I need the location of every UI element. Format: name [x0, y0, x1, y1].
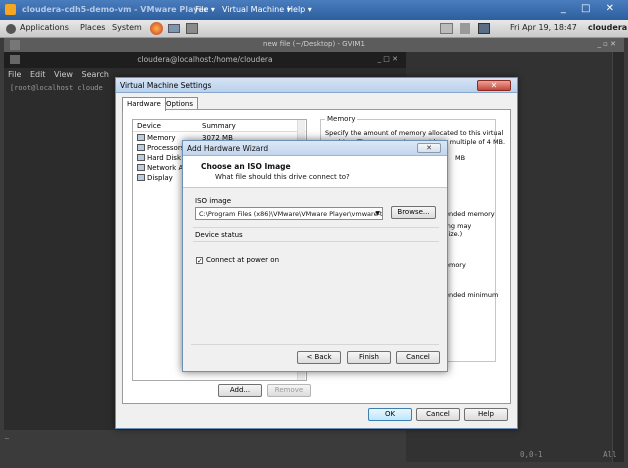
device-name: Processors	[147, 144, 185, 152]
terminal-menu-edit[interactable]: Edit	[30, 70, 46, 79]
back-button[interactable]: < Back	[297, 351, 341, 364]
list-item[interactable]: Memory	[137, 134, 175, 142]
mail-icon[interactable]	[168, 24, 180, 33]
player-menu-file[interactable]: File ▾	[195, 5, 215, 14]
device-name: Memory	[147, 134, 176, 142]
monitor-icon[interactable]	[478, 23, 490, 34]
panel-clock[interactable]: Fri Apr 19, 18:47	[510, 23, 577, 32]
close-icon[interactable]: ✕	[417, 143, 441, 153]
help-button[interactable]: Help	[464, 408, 508, 421]
device-name: Display	[147, 174, 173, 182]
memory-description-1: Specify the amount of memory allocated t…	[325, 129, 504, 137]
vmware-logo-icon	[5, 4, 16, 15]
terminal-menu-file[interactable]: File	[8, 70, 21, 79]
memory-min-text: ended minimum	[445, 291, 499, 299]
finish-button[interactable]: Finish	[347, 351, 391, 364]
connect-at-power-on-label[interactable]: Connect at power on	[206, 256, 279, 264]
gvim-scrollbar[interactable]	[612, 52, 624, 462]
network-icon[interactable]	[440, 23, 453, 34]
firefox-icon[interactable]	[150, 22, 163, 35]
terminal-menu-search[interactable]: Search	[82, 70, 109, 79]
divider	[191, 344, 439, 345]
connect-at-power-on-checkbox[interactable]: ✓	[196, 257, 203, 265]
player-window-controls[interactable]: _ □ ✕	[561, 3, 620, 14]
close-icon[interactable]: ✕	[477, 80, 511, 91]
player-menu-help[interactable]: Help ▾	[287, 5, 312, 14]
memory-group-label: Memory	[325, 115, 358, 123]
gnome-panel: Applications Places System Fri Apr 19, 1…	[0, 20, 628, 38]
gvim-title: new file (~/Desktop) - GVIM1	[263, 40, 365, 48]
gvim-window-controls[interactable]: _ ▫ ✕	[597, 40, 616, 48]
gvim-titlebar: new file (~/Desktop) - GVIM1 _ ▫ ✕	[4, 38, 624, 52]
add-hardware-button[interactable]: Add...	[218, 384, 262, 397]
player-menu-vm[interactable]: Virtual Machine ▾	[222, 5, 291, 14]
terminal-title: cloudera@localhost:/home/cloudera	[137, 55, 273, 64]
panel-applications[interactable]: Applications	[20, 23, 69, 32]
gvim-scroll-pos: All	[603, 450, 617, 459]
panel-user[interactable]: cloudera	[588, 23, 627, 32]
list-divider	[133, 131, 306, 132]
memory-recommended-text: ended memory	[445, 210, 495, 218]
launcher-icon[interactable]	[186, 23, 198, 34]
device-column-header: Device	[137, 122, 161, 130]
device-status-label: Device status	[195, 231, 243, 239]
iso-image-label: ISO image	[195, 197, 232, 205]
terminal-titlebar: cloudera@localhost:/home/cloudera _ □ ✕	[4, 52, 406, 68]
gvim-statusline: 0,0-1 All	[520, 450, 617, 459]
gvim-cursor-pos: 0,0-1	[520, 450, 543, 459]
processor-icon	[137, 144, 145, 151]
player-title: cloudera-cdh5-demo-vm - VMware Player	[22, 5, 208, 14]
cancel-button[interactable]: Cancel	[416, 408, 460, 421]
terminal-menu-view[interactable]: View	[54, 70, 73, 79]
list-item[interactable]: Display	[137, 174, 173, 182]
ok-button[interactable]: OK	[368, 408, 412, 421]
tab-hardware[interactable]: Hardware	[122, 97, 166, 111]
wizard-subheading: What file should this drive connect to?	[215, 173, 350, 181]
wizard-cancel-button[interactable]: Cancel	[396, 351, 440, 364]
iso-path-combobox[interactable]: C:\Program Files (x86)\VMware\VMware Pla…	[195, 207, 383, 220]
remove-hardware-button[interactable]: Remove	[267, 384, 311, 397]
panel-system[interactable]: System	[112, 23, 142, 32]
vm-settings-title: Virtual Machine Settings	[120, 81, 212, 90]
wizard-body: ISO image C:\Program Files (x86)\VMware\…	[193, 193, 439, 343]
wizard-header: Choose an ISO Image What file should thi…	[183, 156, 447, 188]
wizard-title: Add Hardware Wizard	[187, 144, 269, 153]
browse-button[interactable]: Browse...	[391, 206, 436, 219]
player-titlebar: cloudera-cdh5-demo-vm - VMware Player Fi…	[0, 0, 628, 20]
memory-swapping-text: ing may	[445, 222, 472, 230]
divider	[193, 241, 439, 242]
chevron-down-icon[interactable]: ▼	[375, 210, 380, 217]
memory-icon	[137, 134, 145, 141]
memory-unit-label: MB	[455, 154, 466, 162]
list-item[interactable]: Processors	[137, 144, 184, 152]
summary-column-header: Summary	[202, 122, 236, 130]
add-hardware-wizard: Add Hardware Wizard ✕ Choose an ISO Imag…	[182, 140, 448, 372]
divider	[193, 227, 439, 228]
memory-max-text: emory	[445, 261, 466, 269]
iso-path-value: C:\Program Files (x86)\VMware\VMware Pla…	[199, 210, 383, 218]
terminal-prompt: [root@localhost cloude	[10, 84, 103, 92]
wizard-titlebar: Add Hardware Wizard ✕	[183, 141, 447, 156]
gnome-foot-icon	[6, 24, 16, 34]
hard-disk-icon	[137, 154, 145, 161]
vm-settings-titlebar: Virtual Machine Settings ✕	[116, 78, 517, 93]
panel-places[interactable]: Places	[80, 23, 105, 32]
wizard-heading: Choose an ISO Image	[201, 162, 291, 171]
network-adapter-icon	[137, 164, 145, 171]
volume-icon[interactable]	[460, 23, 470, 34]
display-icon	[137, 174, 145, 181]
terminal-window-controls[interactable]: _ □ ✕	[378, 55, 398, 63]
